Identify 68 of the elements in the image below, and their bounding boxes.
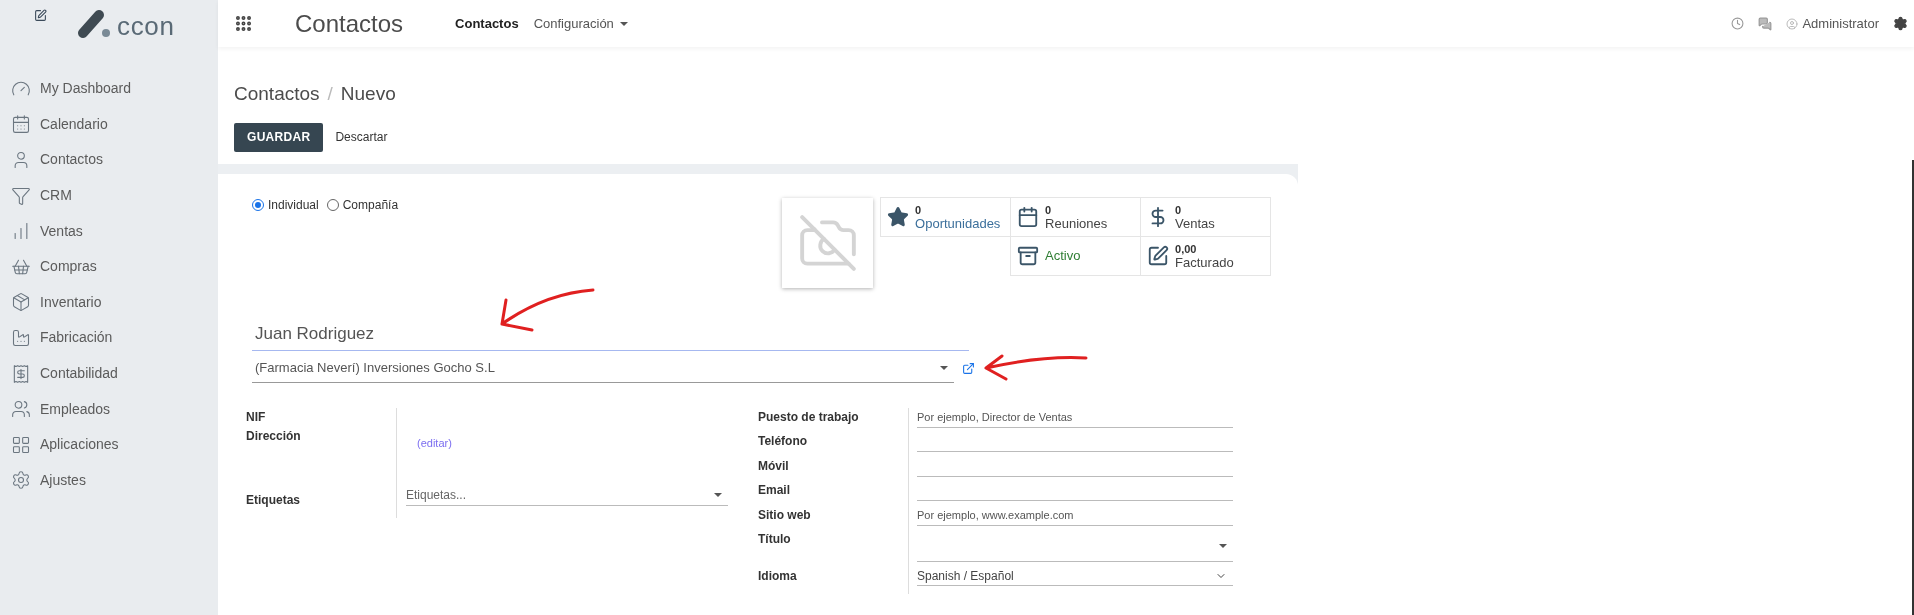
caret-icon	[714, 492, 722, 497]
users-icon	[11, 399, 31, 420]
calendar-icon	[1017, 205, 1040, 228]
user-menu[interactable]: Administrator	[1802, 13, 1879, 34]
field-label: Idioma	[758, 567, 798, 585]
radio-option[interactable]: Compañía	[326, 195, 399, 214]
sidebar-item[interactable]: Ventas	[0, 213, 218, 249]
grid-icon	[11, 434, 31, 455]
text-input[interactable]: Por ejemplo, www.example.com	[917, 505, 1233, 526]
star-icon	[887, 205, 910, 228]
stat-button[interactable]: Activo	[1010, 235, 1142, 276]
field-label: NIF	[246, 408, 267, 426]
sidebar-item[interactable]: My Dashboard	[0, 71, 218, 107]
filter-icon	[11, 185, 31, 206]
field-label: Puesto de trabajo	[758, 408, 860, 426]
sidebar-item[interactable]: CRM	[0, 177, 218, 214]
sidebar-item[interactable]: Inventario	[0, 284, 218, 321]
menu-link[interactable]: Contactos	[455, 13, 519, 34]
caret-icon	[940, 366, 948, 370]
edit-address-link[interactable]: (editar)	[417, 434, 452, 449]
breadcrumb-separator: /	[327, 82, 333, 106]
field-label: Sitio web	[758, 506, 812, 524]
save-button[interactable]: GUARDAR	[234, 122, 324, 152]
sidebar-item[interactable]: Ajustes	[0, 462, 218, 499]
app-title: Contactos	[295, 8, 404, 39]
clock-icon[interactable]	[1731, 17, 1745, 30]
photo-placeholder[interactable]	[782, 197, 874, 288]
field-label: Título	[758, 531, 792, 548]
sidebar-item[interactable]: Aplicaciones	[0, 426, 218, 463]
sidebar-item[interactable]: Empleados	[0, 391, 218, 427]
company-select[interactable]: (Farmacia Neverí) Inversiones Gocho S.L	[252, 354, 954, 383]
edit-icon	[1147, 244, 1170, 267]
avatar-icon	[1786, 17, 1799, 30]
tags-select[interactable]: Etiquetas...	[406, 484, 728, 506]
caret-icon	[1219, 543, 1227, 548]
calendar-icon	[11, 114, 31, 135]
settings-icon	[11, 470, 31, 491]
sidebar-item[interactable]: Compras	[0, 248, 218, 285]
discard-button[interactable]: Descartar	[335, 128, 388, 146]
factory-icon	[11, 327, 31, 348]
field-label: Móvil	[758, 457, 790, 475]
sidebar-item[interactable]: Fabricación	[0, 320, 218, 356]
logo-text: ccon	[117, 12, 175, 39]
field-label: Etiquetas	[246, 491, 301, 509]
breadcrumb-link[interactable]: Contactos	[234, 80, 320, 109]
radio-option[interactable]: Individual	[252, 195, 319, 214]
box-icon	[11, 292, 31, 313]
sidebar-item[interactable]: Calendario	[0, 106, 218, 143]
external-link-icon[interactable]	[962, 362, 975, 375]
sidebar-item[interactable]: Contabilidad	[0, 355, 218, 392]
menu-link[interactable]: Configuración	[533, 13, 628, 34]
field-label: Email	[758, 482, 791, 499]
sidebar-item[interactable]: Contactos	[0, 142, 218, 178]
stat-button[interactable]: 0 Ventas	[1140, 196, 1272, 237]
stat-button[interactable]: 0 Oportunidades	[880, 196, 1012, 237]
field-label: Teléfono	[758, 433, 809, 450]
apps-menu-icon[interactable]	[234, 14, 253, 33]
settings-icon[interactable]	[1893, 16, 1908, 31]
breadcrumb-current: Nuevo	[340, 82, 396, 106]
stat-button[interactable]: 0,00 Facturado	[1140, 235, 1272, 276]
receipt-icon	[11, 363, 31, 384]
text-input[interactable]: Por ejemplo, Director de Ventas	[917, 407, 1233, 428]
chat-icon[interactable]	[1758, 16, 1773, 31]
edit-icon[interactable]	[34, 9, 47, 22]
name-field[interactable]: Juan Rodriguez	[252, 317, 969, 351]
field-label: Dirección	[246, 427, 302, 445]
language-select[interactable]: Spanish / Español	[917, 566, 1233, 586]
archive-icon	[1017, 244, 1040, 267]
